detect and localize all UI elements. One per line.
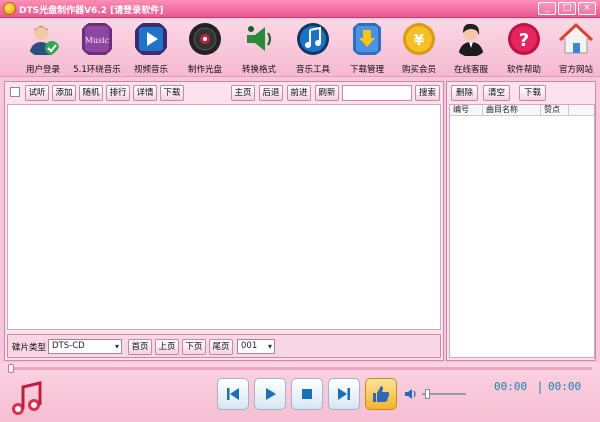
previous-track-button[interactable] [217, 378, 249, 410]
thumbs-up-icon [373, 386, 390, 402]
forward-button[interactable]: 前进 [287, 85, 311, 101]
title-bar: DTS光盘制作器V6.2 [请登录软件] _ □ × [0, 0, 600, 18]
svg-text:¥: ¥ [414, 31, 425, 49]
tool-music-tools[interactable]: 音乐工具 [282, 21, 344, 75]
next-page-button[interactable]: 下页 [182, 339, 206, 355]
delete-button[interactable]: 删除 [451, 85, 478, 101]
page-value: 001 [241, 341, 258, 351]
user-login-icon [29, 26, 59, 55]
next-track-button[interactable] [328, 378, 360, 410]
convert-format-icon [247, 26, 271, 51]
online-service-icon [458, 23, 484, 56]
volume-slider[interactable] [422, 389, 466, 399]
disc-type-select[interactable]: DTS-CD ▾ [48, 339, 122, 354]
svg-text:Music: Music [85, 36, 110, 45]
col-likes[interactable]: 赞点 [541, 105, 569, 115]
prev-page-button[interactable]: 上页 [155, 339, 179, 355]
search-button[interactable]: 搜索 [415, 85, 440, 101]
minimize-button[interactable]: _ [538, 2, 556, 15]
music-surround-icon: Music [82, 23, 112, 55]
tool-user-login[interactable]: 用户登录 [12, 21, 74, 75]
volume-handle[interactable] [425, 389, 430, 399]
download-button[interactable]: 下载 [160, 85, 184, 101]
tool-label: 制作光盘 [187, 65, 222, 75]
download-manager-icon [353, 23, 381, 55]
progress-handle[interactable] [8, 364, 14, 373]
back-button[interactable]: 后退 [259, 85, 283, 101]
tool-video-music[interactable]: 视频音乐 [120, 21, 182, 75]
app-logo-icon [3, 2, 16, 15]
track-queue-panel: 删除 清空 下载 编号 曲目名称 赞点 [446, 81, 596, 361]
skip-back-icon [227, 388, 239, 400]
window-title: DTS光盘制作器V6.2 [请登录软件] [19, 6, 164, 16]
like-button[interactable] [365, 378, 397, 410]
tool-official-site[interactable]: 官方网站 [545, 21, 600, 75]
tool-label: 转换格式 [241, 65, 276, 75]
home-page-button[interactable]: 主页 [231, 85, 255, 101]
tool-label: 用户登录 [25, 65, 60, 75]
tool-convert-format[interactable]: 转换格式 [228, 21, 290, 75]
chevron-down-icon: ▾ [267, 342, 272, 351]
stop-icon [302, 389, 312, 399]
close-button[interactable]: × [578, 2, 596, 15]
maximize-button[interactable]: □ [558, 2, 576, 15]
first-page-button[interactable]: 首页 [128, 339, 152, 355]
add-button[interactable]: 添加 [52, 85, 76, 101]
tool-label: 5.1环绕音乐 [73, 65, 121, 75]
stop-button[interactable] [291, 378, 323, 410]
player-bar: 00:00 | 00:00 [0, 363, 600, 422]
play-icon [266, 388, 276, 400]
clear-button[interactable]: 清空 [483, 85, 510, 101]
total-time: 00:00 [548, 380, 582, 393]
music-note-logo-icon [12, 381, 42, 415]
play-button[interactable] [254, 378, 286, 410]
tool-label: 官方网站 [558, 65, 593, 75]
queue-header: 编号 曲目名称 赞点 [450, 105, 594, 116]
disc-type-value: DTS-CD [52, 341, 85, 351]
tool-make-disc[interactable]: 制作光盘 [174, 21, 236, 75]
chevron-down-icon: ▾ [114, 342, 119, 351]
buy-member-icon: ¥ [403, 23, 435, 55]
tool-label: 音乐工具 [295, 65, 330, 75]
queue-list[interactable]: 编号 曲目名称 赞点 [449, 104, 595, 358]
window-controls: _ □ × [538, 2, 596, 15]
disc-options-bar: 碟片类型 DTS-CD ▾ 首页 上页 下页 尾页 001 ▾ [7, 334, 441, 358]
ranking-button[interactable]: 排行 [106, 85, 130, 101]
disc-icon [189, 23, 221, 55]
disc-type-label: 碟片类型 [12, 343, 47, 353]
search-input[interactable] [342, 85, 412, 101]
current-time: 00:00 [494, 380, 528, 393]
volume-icon[interactable] [404, 387, 418, 401]
time-separator: | [538, 380, 543, 394]
music-tools-icon [297, 23, 329, 55]
select-all-checkbox[interactable] [10, 87, 20, 97]
help-icon: ? [508, 23, 540, 55]
details-button[interactable]: 详情 [133, 85, 157, 101]
tool-surround-music[interactable]: Music 5.1环绕音乐 [66, 21, 128, 75]
preview-button[interactable]: 试听 [25, 85, 49, 101]
svg-text:?: ? [519, 30, 529, 51]
main-toolbar: 用户登录 Music 5.1环绕音乐 视频音乐 制作光盘 转换格式 音乐工具 下… [0, 19, 600, 77]
video-music-icon [135, 23, 167, 55]
progress-bar[interactable] [8, 364, 592, 373]
page-select[interactable]: 001 ▾ [237, 339, 275, 354]
song-list-panel: 试听 添加 随机 排行 详情 下载 主页 后退 前进 刷新 搜索 碟片类型 DT… [4, 81, 444, 361]
skip-forward-icon [338, 388, 350, 400]
last-page-button[interactable]: 尾页 [209, 339, 233, 355]
col-number[interactable]: 编号 [450, 105, 483, 115]
refresh-button[interactable]: 刷新 [315, 85, 339, 101]
random-button[interactable]: 随机 [79, 85, 103, 101]
home-icon [558, 22, 594, 54]
queue-download-button[interactable]: 下载 [519, 85, 546, 101]
song-list[interactable] [7, 104, 441, 330]
col-track-name[interactable]: 曲目名称 [483, 105, 541, 115]
tool-label: 视频音乐 [133, 65, 168, 75]
